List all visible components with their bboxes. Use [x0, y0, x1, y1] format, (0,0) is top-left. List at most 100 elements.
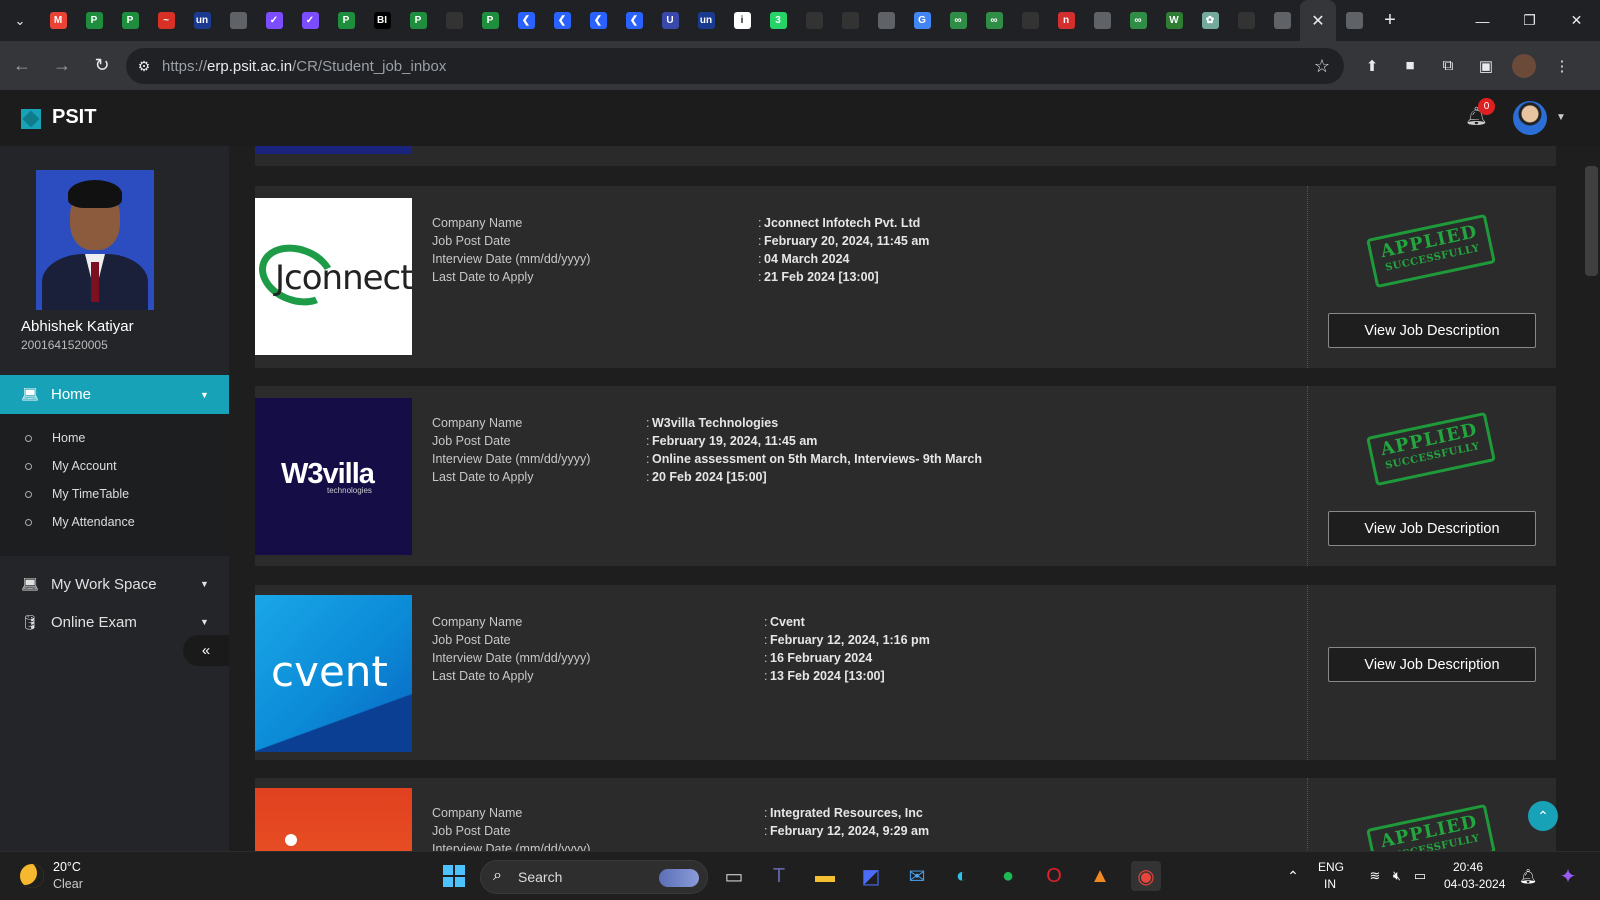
browser-tab[interactable]: [1336, 0, 1372, 41]
clock-time[interactable]: 20:46: [1444, 860, 1492, 874]
extension-dark-icon[interactable]: ■: [1393, 49, 1427, 83]
weather-condition[interactable]: Clear: [53, 877, 83, 891]
windows-start-icon[interactable]: [439, 861, 469, 891]
browser-tab[interactable]: [868, 0, 904, 41]
browser-tab[interactable]: n: [1048, 0, 1084, 41]
new-tab-plus-icon[interactable]: +: [1372, 0, 1408, 41]
browser-tab[interactable]: U: [652, 0, 688, 41]
battery-icon[interactable]: ▭: [1405, 861, 1435, 891]
view-job-description-button[interactable]: View Job Description: [1328, 511, 1536, 546]
address-bar[interactable]: ⚙ https://erp.psit.ac.in/CR/Student_job_…: [126, 48, 1344, 84]
active-tab-close-icon[interactable]: ✕: [1300, 0, 1336, 41]
browser-tab[interactable]: [1084, 0, 1120, 41]
region-indicator[interactable]: IN: [1324, 877, 1336, 891]
browser-tab[interactable]: un: [688, 0, 724, 41]
browser-tab[interactable]: M: [40, 0, 76, 41]
job-details: Company Name W3villa Technologies Job Pos…: [432, 416, 1332, 488]
sidebar-item-my-work-space[interactable]: 💻︎ My Work Space ▼: [0, 565, 229, 603]
browser-tab[interactable]: W: [1156, 0, 1192, 41]
view-job-description-button[interactable]: View Job Description: [1328, 313, 1536, 348]
side-panel-icon[interactable]: ▣: [1469, 49, 1503, 83]
browser-tab[interactable]: [220, 0, 256, 41]
language-indicator[interactable]: ENG: [1318, 860, 1344, 874]
browser-tab[interactable]: BI: [364, 0, 400, 41]
opera-icon[interactable]: O: [1039, 861, 1069, 891]
profile-id: 2001641520005: [21, 338, 108, 352]
browser-tab[interactable]: [1264, 0, 1300, 41]
browser-tab[interactable]: [796, 0, 832, 41]
bookmark-star-icon[interactable]: ☆: [1314, 56, 1330, 77]
minimize-icon[interactable]: —: [1459, 0, 1506, 41]
user-menu-caret-icon[interactable]: ▼: [1556, 112, 1566, 123]
extensions-puzzle-icon[interactable]: ⧉: [1431, 49, 1465, 83]
browser-tab[interactable]: ❮: [544, 0, 580, 41]
browser-tab[interactable]: [436, 0, 472, 41]
show-hidden-icons-chevron-icon[interactable]: ⌃: [1278, 861, 1308, 891]
sidebar-item-home[interactable]: 💻︎ Home ▼: [0, 375, 229, 414]
browser-tab[interactable]: ∞: [1120, 0, 1156, 41]
profile-name: Abhishek Katiyar: [21, 318, 134, 335]
browser-tab[interactable]: ❮: [580, 0, 616, 41]
browser-tab[interactable]: P: [112, 0, 148, 41]
browser-tab[interactable]: ∞: [976, 0, 1012, 41]
notification-icon[interactable]: 🔔︎: [1513, 861, 1543, 891]
browser-tab[interactable]: P: [400, 0, 436, 41]
submenu-item-my-account[interactable]: My Account: [0, 452, 229, 480]
browser-tab[interactable]: ~: [148, 0, 184, 41]
browser-tab[interactable]: ✓: [292, 0, 328, 41]
browser-tab[interactable]: ∞: [940, 0, 976, 41]
chrome-icon[interactable]: ◉: [1131, 861, 1161, 891]
view-job-description-button[interactable]: View Job Description: [1328, 647, 1536, 682]
submenu-item-my-timetable[interactable]: My TimeTable: [0, 480, 229, 508]
browser-tab[interactable]: ✿: [1192, 0, 1228, 41]
browser-tab[interactable]: [832, 0, 868, 41]
taskbar-search-box[interactable]: ⌕ Search: [480, 860, 708, 894]
app-blue-icon[interactable]: ◩: [856, 861, 886, 891]
matlab-icon[interactable]: ▲: [1085, 861, 1115, 891]
browser-profile-avatar[interactable]: [1507, 49, 1541, 83]
browser-tab[interactable]: [1228, 0, 1264, 41]
browser-tab[interactable]: P: [328, 0, 364, 41]
gfg-icon: ∞: [1129, 12, 1147, 29]
close-window-icon[interactable]: ✕: [1553, 0, 1600, 41]
site-settings-icon[interactable]: ⚙: [126, 58, 162, 75]
browser-tab[interactable]: [1012, 0, 1048, 41]
browser-tab[interactable]: un: [184, 0, 220, 41]
tab-search-chevron-icon[interactable]: ⌄: [0, 0, 40, 41]
spotify-icon[interactable]: ●: [993, 861, 1023, 891]
browser-tab[interactable]: ❮: [508, 0, 544, 41]
submenu-item-home[interactable]: Home: [0, 424, 229, 452]
copilot-icon[interactable]: ✦: [1553, 861, 1583, 891]
header-user-avatar[interactable]: [1513, 101, 1547, 135]
browser-tab[interactable]: P: [472, 0, 508, 41]
restore-icon[interactable]: ❐: [1506, 0, 1553, 41]
browser-tab[interactable]: ✓: [256, 0, 292, 41]
globe-icon: [1093, 12, 1111, 29]
teams-icon[interactable]: T: [764, 861, 794, 891]
app-name[interactable]: PSIT: [52, 106, 96, 129]
moon-weather-icon[interactable]: [20, 864, 44, 888]
scroll-to-top-icon[interactable]: ⌃: [1528, 801, 1558, 831]
forward-arrow-icon[interactable]: →: [44, 48, 80, 84]
scrollbar-thumb[interactable]: [1585, 166, 1598, 276]
mail-icon[interactable]: ✉: [902, 861, 932, 891]
page-scrollbar[interactable]: [1583, 166, 1600, 851]
extension-pin-icon[interactable]: ⬆: [1355, 49, 1389, 83]
browser-tab[interactable]: i: [724, 0, 760, 41]
reload-icon[interactable]: ↻: [84, 48, 120, 84]
psit-logo-icon[interactable]: [21, 109, 41, 129]
browser-tab[interactable]: G: [904, 0, 940, 41]
back-arrow-icon[interactable]: ←: [4, 48, 40, 84]
task-view-icon[interactable]: ▭: [719, 861, 749, 891]
url-text[interactable]: https://erp.psit.ac.in/CR/Student_job_in…: [162, 58, 446, 75]
browser-tab[interactable]: 3: [760, 0, 796, 41]
browser-tab[interactable]: ❮: [616, 0, 652, 41]
clock-date[interactable]: 04-03-2024: [1444, 877, 1510, 891]
weather-temperature[interactable]: 20°C: [53, 860, 81, 874]
edge-icon[interactable]: ◐: [947, 861, 977, 891]
browser-menu-icon[interactable]: ⋮: [1545, 49, 1579, 83]
submenu-item-my-attendance[interactable]: My Attendance: [0, 508, 229, 536]
collapse-sidebar-icon[interactable]: «: [183, 635, 229, 666]
browser-tab[interactable]: P: [76, 0, 112, 41]
file-explorer-icon[interactable]: ▬: [810, 861, 840, 891]
